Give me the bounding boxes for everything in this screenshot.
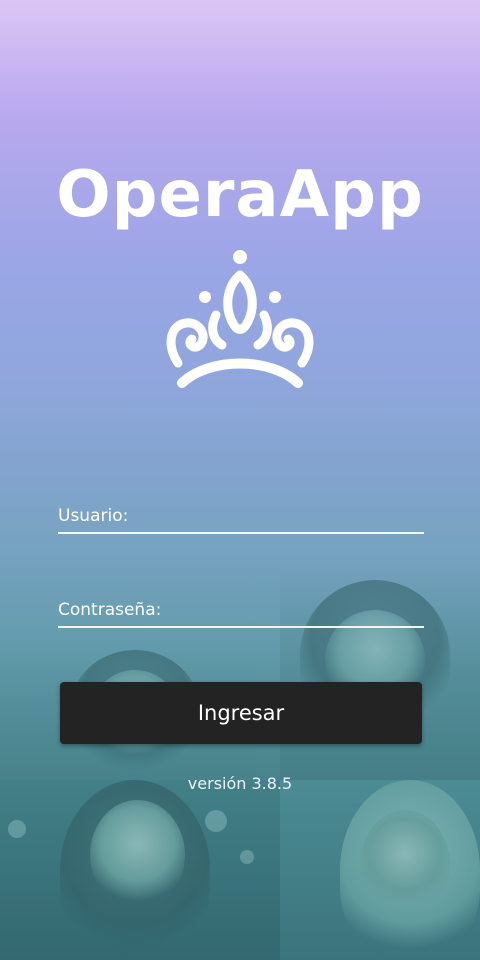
username-field[interactable]: Usuario: (58, 506, 424, 534)
background-photo-4 (280, 780, 480, 960)
username-label: Usuario: (58, 506, 129, 526)
password-label: Contraseña: (58, 600, 162, 620)
app-title: OperaApp (56, 158, 424, 232)
password-underline (58, 626, 424, 628)
version-text: versión 3.8.5 (187, 774, 293, 793)
crown-icon (166, 250, 314, 388)
background-photo-3 (0, 780, 280, 960)
username-underline (58, 532, 424, 534)
password-field[interactable]: Contraseña: (58, 600, 424, 628)
login-button[interactable]: Ingresar (60, 682, 422, 744)
